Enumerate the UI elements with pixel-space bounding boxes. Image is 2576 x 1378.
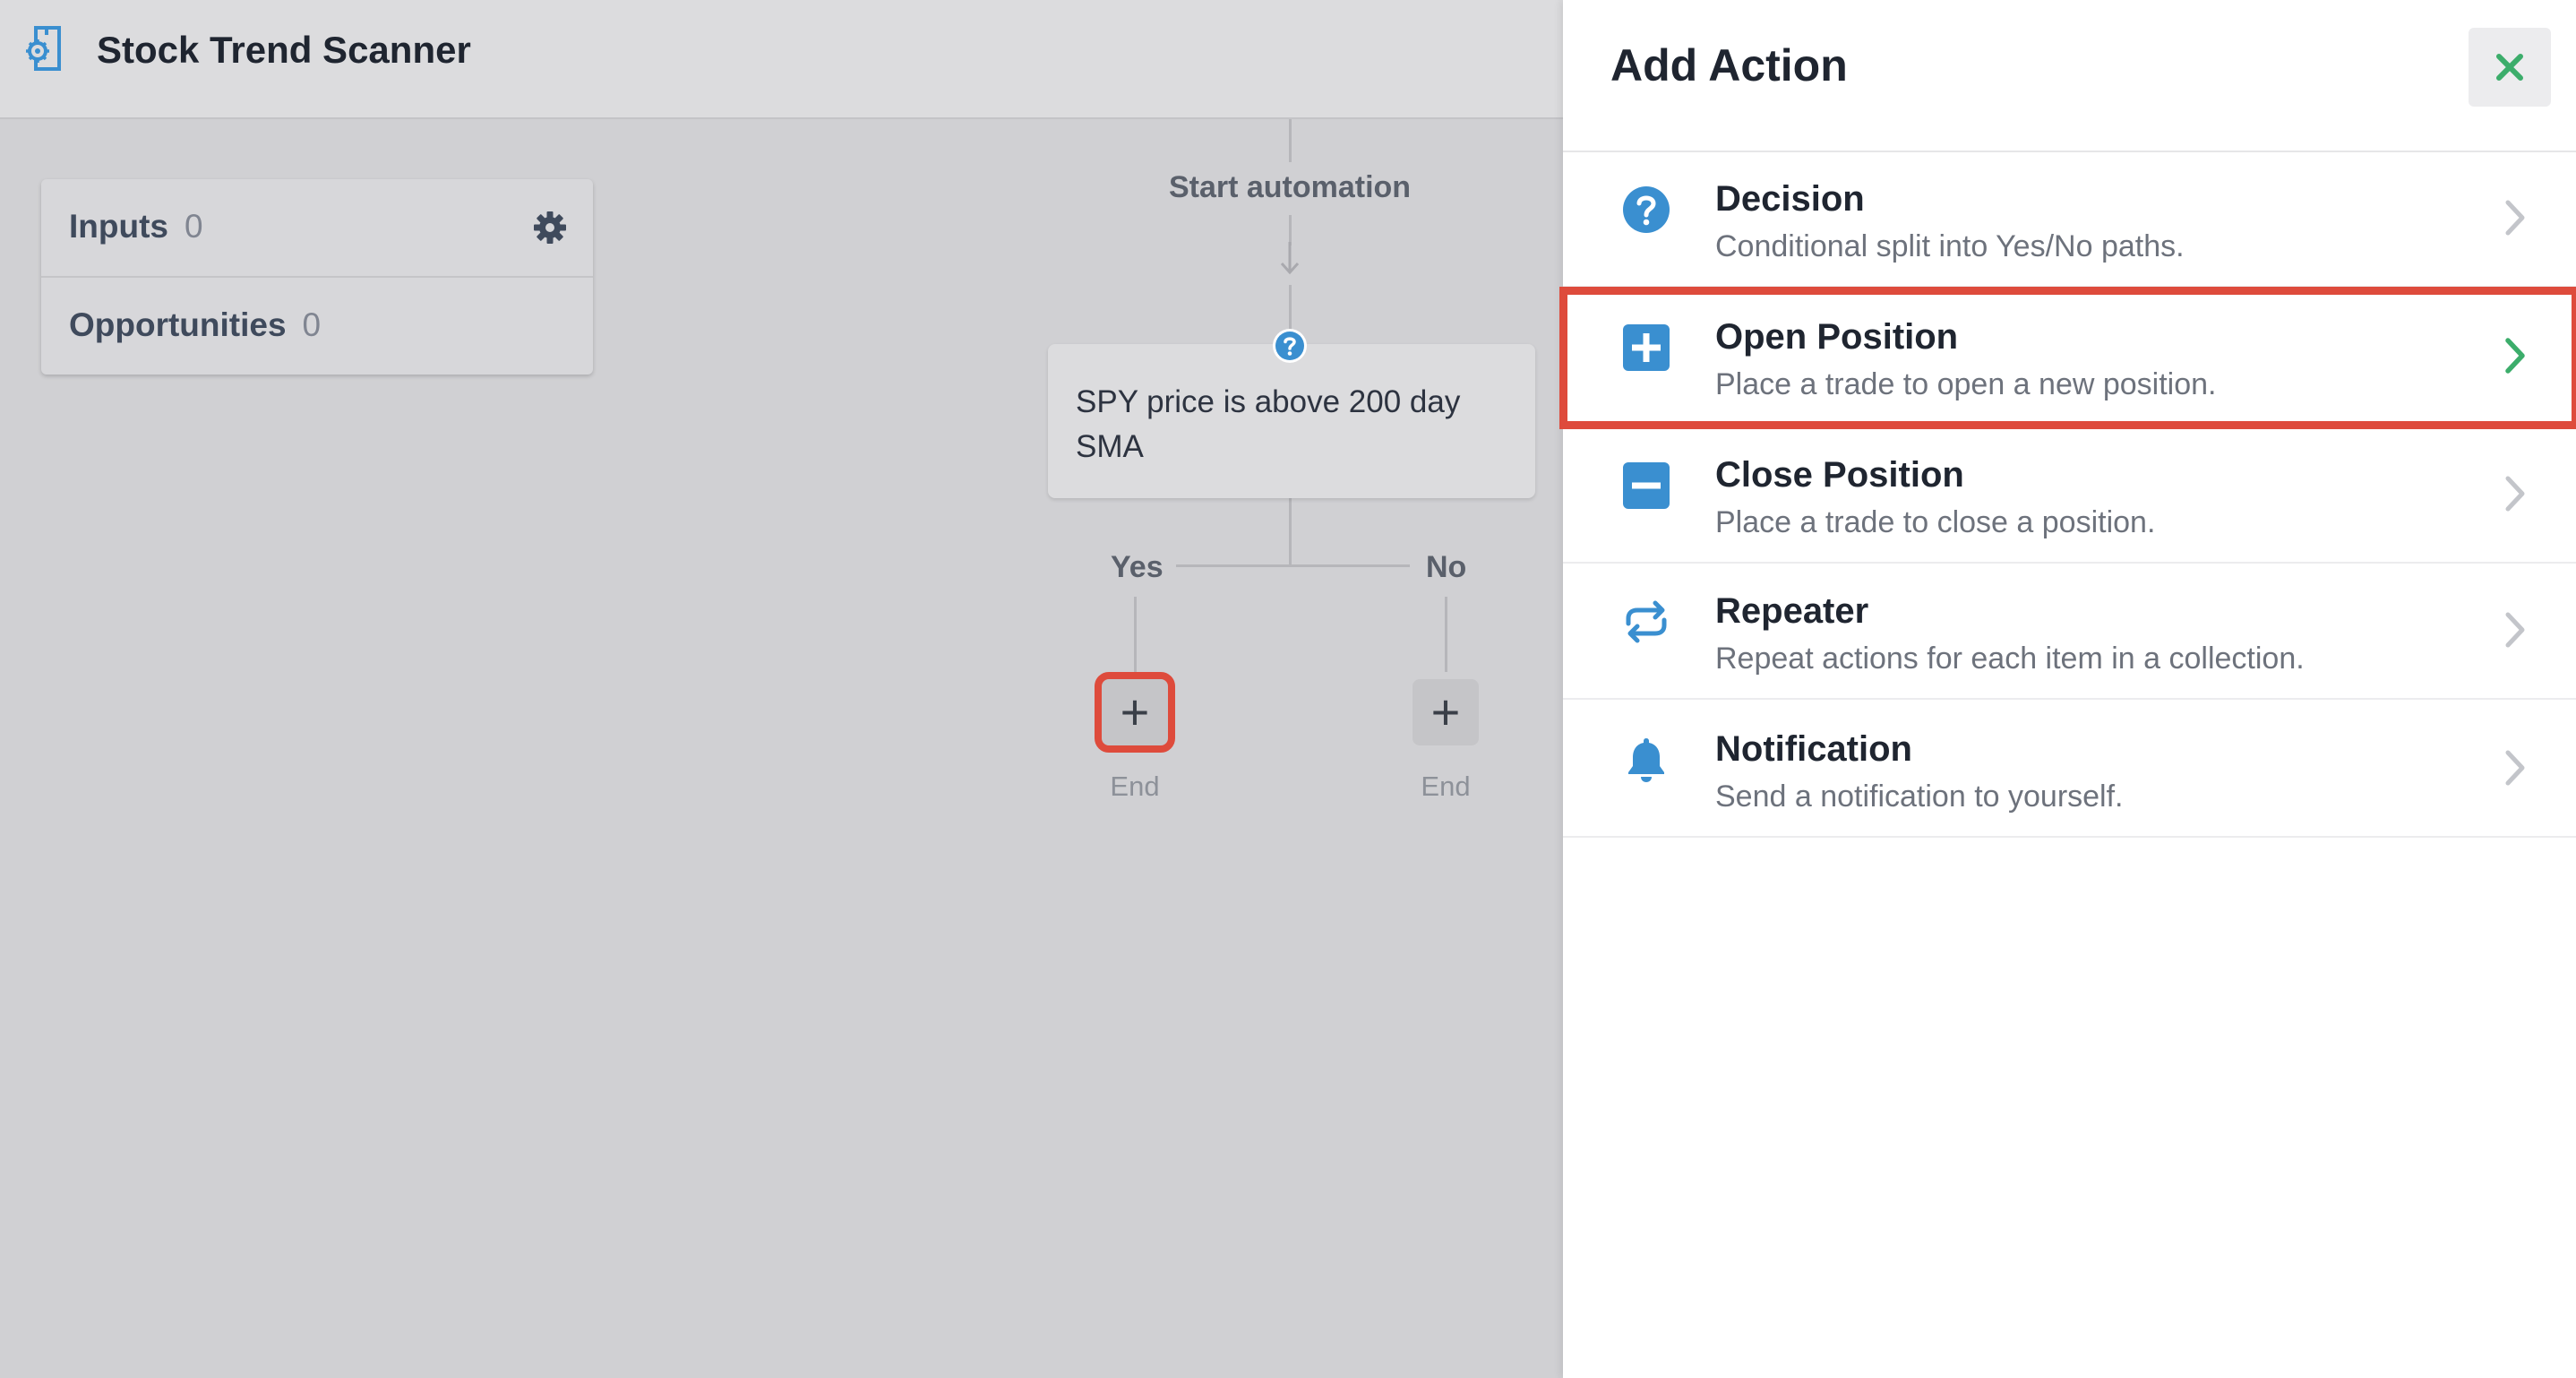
connector-top [1289,119,1292,162]
close-icon [2496,54,2523,81]
inputs-label-text: Inputs [69,208,168,245]
panel-title: Add Action [1610,40,1848,90]
action-desc: Conditional split into Yes/No paths. [1715,229,2185,263]
question-badge-icon [1273,329,1307,363]
action-name: Open Position [1715,317,1959,357]
connector-no-down [1445,597,1447,672]
connector-horizontal-no [1289,564,1410,567]
opportunities-label: Opportunities 0 [69,306,321,344]
plus-square-icon [1623,324,1670,371]
question-circle-icon [1623,186,1670,233]
app-header: Stock Trend Scanner [0,0,1563,119]
add-action-panel: Add Action Decision Conditional split in… [1559,0,2576,1378]
stats-card: Inputs 0 Opportunities 0 [41,179,593,375]
connector-horizontal-yes [1176,564,1291,567]
decision-text: SPY price is above 200 day SMA [1076,384,1461,464]
chevron-right-icon [2505,200,2525,236]
inputs-count: 0 [184,208,203,245]
chevron-right-icon [2505,612,2525,648]
inputs-label: Inputs 0 [69,208,203,245]
action-desc: Repeat actions for each item in a collec… [1715,642,2305,676]
connector-yes-down [1134,597,1137,672]
decision-node[interactable]: SPY price is above 200 day SMA [1048,344,1535,498]
repeat-arrows-icon [1626,600,1667,643]
add-step-yes-button[interactable]: + [1095,672,1175,753]
minus-square-icon [1623,462,1670,509]
gear-icon[interactable] [532,210,568,245]
app-title: Stock Trend Scanner [97,29,471,71]
start-automation-label: Start automation [1168,170,1412,204]
connector-arrow-to-decision [1289,285,1292,330]
add-step-no-button[interactable]: + [1413,679,1479,745]
chevron-right-icon [2505,476,2525,512]
action-name: Close Position [1715,455,1964,495]
chevron-right-icon [2505,338,2525,374]
chevron-right-icon [2505,750,2525,786]
scanner-gear-doc-icon [26,26,61,71]
action-item-decision[interactable]: Decision Conditional split into Yes/No p… [1563,152,2576,288]
yes-branch-label: Yes [1111,550,1163,584]
action-name: Notification [1715,729,1912,769]
action-item-repeater[interactable]: Repeater Repeat actions for each item in… [1563,564,2576,700]
action-item-close-position[interactable]: Close Position Place a trade to close a … [1563,428,2576,564]
action-desc: Place a trade to open a new position. [1715,367,2217,401]
bell-icon [1628,738,1664,782]
action-desc: Send a notification to yourself. [1715,779,2124,814]
inputs-row[interactable]: Inputs 0 [41,179,593,278]
action-item-open-position[interactable]: Open Position Place a trade to open a ne… [1559,287,2576,429]
action-item-notification[interactable]: Notification Send a notification to your… [1563,702,2576,838]
opportunities-row[interactable]: Opportunities 0 [41,278,593,375]
action-name: Repeater [1715,591,1869,631]
connector-decision-down [1289,498,1292,566]
opportunities-label-text: Opportunities [69,306,287,343]
end-label-yes: End [1110,771,1160,802]
end-label-no: End [1421,771,1471,802]
close-button[interactable] [2469,28,2551,107]
no-branch-label: No [1426,550,1467,584]
action-desc: Place a trade to close a position. [1715,505,2156,539]
action-name: Decision [1715,179,1865,219]
opportunities-count: 0 [302,306,322,343]
arrow-down-icon [1280,242,1300,275]
